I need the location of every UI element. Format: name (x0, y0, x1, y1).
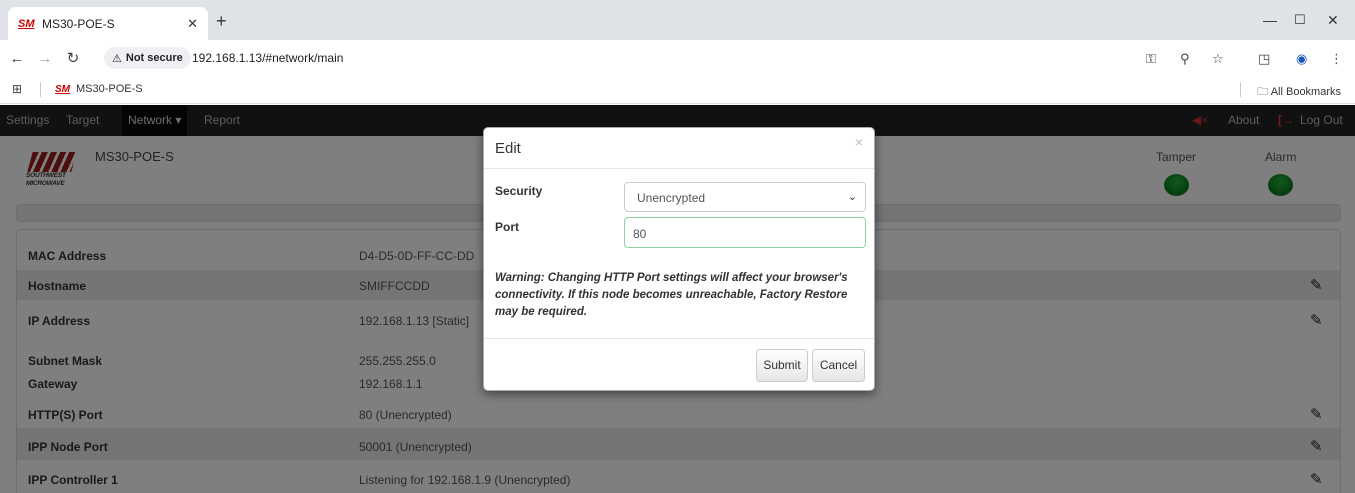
zoom-icon[interactable]: ⚲ (1180, 51, 1190, 67)
browser-toolbar: ← → ↻ ⚠ Not secure 192.168.1.13/#network/… (0, 40, 1355, 76)
minimize-icon[interactable]: — (1263, 12, 1277, 28)
maximize-icon[interactable]: ☐ (1294, 12, 1306, 28)
bookmark-divider (40, 82, 41, 97)
port-label: Port (495, 220, 519, 234)
browser-tab-strip: SM MS30-POE-S ✕ + — ☐ ✕ (0, 0, 1355, 40)
port-warning-text: Warning: Changing HTTP Port settings wil… (495, 272, 848, 318)
tab-close-icon[interactable]: ✕ (187, 16, 198, 32)
dialog-footer-divider (484, 338, 874, 339)
submit-button[interactable]: Submit (756, 349, 808, 382)
back-icon[interactable]: ← (6, 50, 28, 67)
reload-icon[interactable]: ↻ (62, 49, 84, 67)
all-bookmarks-button[interactable]: 🗀 All Bookmarks (1257, 83, 1341, 102)
site-favicon-icon: SM (18, 17, 35, 30)
apps-grid-icon[interactable]: ⊞ (12, 82, 22, 96)
folder-icon: 🗀 (1257, 86, 1271, 98)
reading-list-icon[interactable]: ◳ (1258, 51, 1270, 67)
bookmark-label: MS30-POE-S (76, 83, 143, 95)
security-label: Security (495, 184, 543, 198)
cancel-button[interactable]: Cancel (812, 349, 865, 382)
forward-icon[interactable]: → (34, 50, 56, 67)
security-select[interactable]: Unencrypted ⌄ (624, 182, 866, 212)
window-close-icon[interactable]: ✕ (1327, 12, 1339, 29)
not-secure-badge[interactable]: ⚠ Not secure (104, 47, 191, 69)
security-selected-value: Unencrypted (637, 191, 706, 205)
address-bar[interactable]: ⚠ Not secure 192.168.1.13/#network/main (104, 44, 1234, 72)
port-input[interactable]: 80 (624, 217, 866, 248)
browser-tab[interactable]: SM MS30-POE-S ✕ (8, 7, 208, 40)
menu-kebab-icon[interactable]: ⋮ (1330, 51, 1343, 67)
url-text: 192.168.1.13/#network/main (192, 51, 344, 65)
bookmark-star-icon[interactable]: ☆ (1212, 51, 1224, 67)
bookmark-divider (1240, 82, 1241, 97)
edit-dialog: Edit × Security Unencrypted ⌄ Port 80 Wa… (483, 127, 875, 391)
site-favicon-icon: SM (55, 83, 70, 95)
bookmarks-bar: ⊞ SM MS30-POE-S 🗀 All Bookmarks (0, 76, 1355, 104)
dialog-close-icon[interactable]: × (855, 134, 863, 150)
bookmark-ms30[interactable]: SM MS30-POE-S (55, 83, 143, 95)
warning-triangle-icon: ⚠ (112, 52, 122, 65)
dialog-title: Edit (495, 140, 521, 157)
password-key-icon[interactable]: ⚿ (1146, 51, 1156, 67)
tab-title: MS30-POE-S (42, 16, 115, 31)
profile-icon[interactable]: ◉ (1296, 51, 1307, 67)
dialog-header: Edit × (484, 128, 874, 169)
chevron-down-icon: ⌄ (847, 191, 857, 203)
new-tab-button[interactable]: + (216, 12, 227, 30)
